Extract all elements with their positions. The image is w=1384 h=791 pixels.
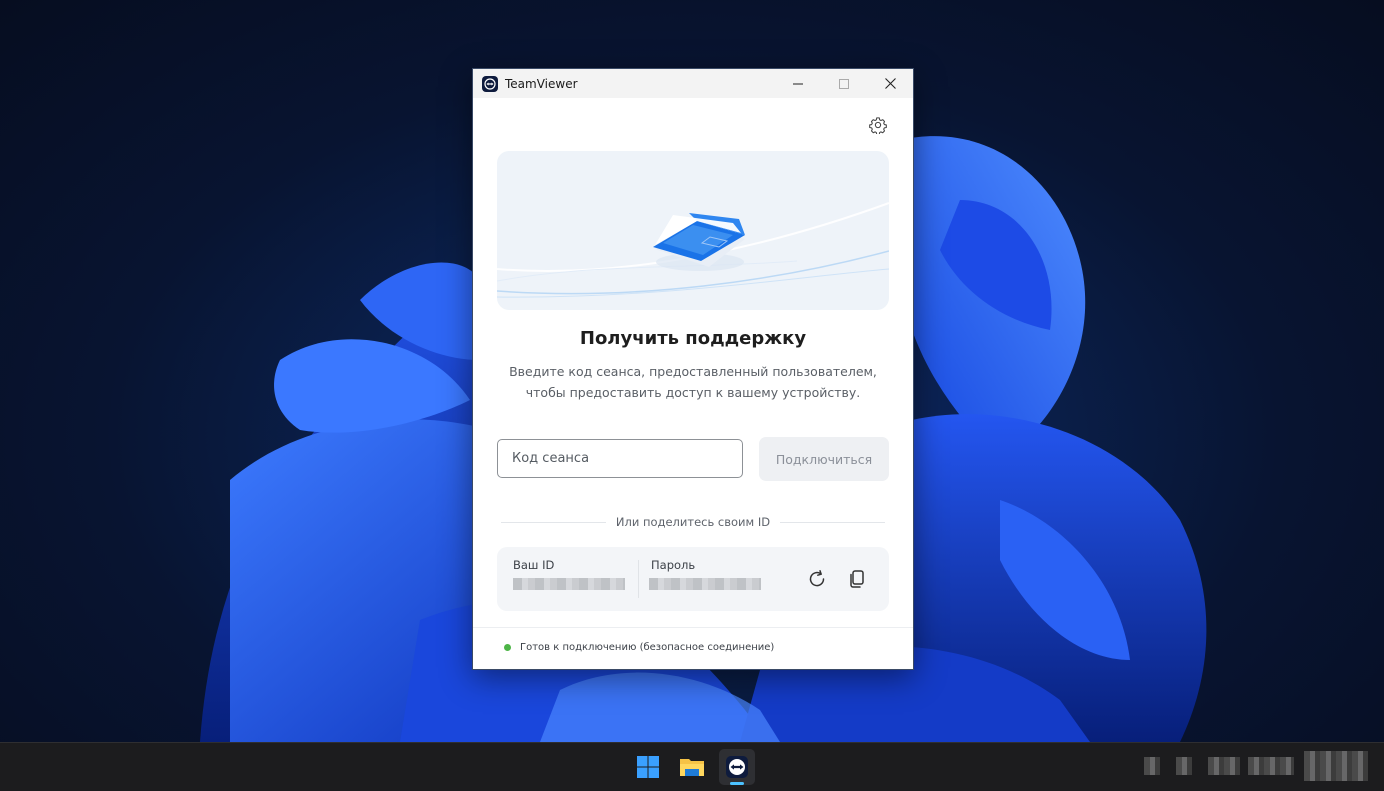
refresh-password-button[interactable] xyxy=(805,567,829,591)
taskbar xyxy=(0,742,1384,791)
connect-button[interactable]: Подключиться xyxy=(759,437,889,481)
teamviewer-icon xyxy=(726,756,748,778)
active-app-indicator xyxy=(730,782,744,785)
minimize-button[interactable] xyxy=(775,69,821,98)
maximize-icon xyxy=(839,78,849,89)
copy-credentials-button[interactable] xyxy=(845,567,869,591)
instructions-text: Введите код сеанса, предоставленный поль… xyxy=(509,364,877,400)
close-icon xyxy=(884,78,896,89)
settings-button[interactable] xyxy=(869,116,887,136)
credentials-card: Ваш ID Пароль xyxy=(497,547,889,611)
tray-icon-redacted[interactable] xyxy=(1176,757,1192,775)
file-explorer-icon xyxy=(680,759,704,776)
start-icon xyxy=(637,756,659,778)
copy-icon xyxy=(850,570,864,588)
file-explorer-button[interactable] xyxy=(674,749,710,785)
hero-illustration xyxy=(497,151,889,310)
column-separator xyxy=(638,560,639,598)
share-divider-label: Или поделитесь своим ID xyxy=(615,515,771,529)
password-label: Пароль xyxy=(651,558,696,572)
title-bar[interactable]: TeamViewer xyxy=(473,69,913,98)
tray-clock-redacted[interactable] xyxy=(1248,757,1294,775)
status-separator xyxy=(473,627,913,628)
minimize-icon xyxy=(793,83,803,84)
start-button[interactable] xyxy=(630,749,666,785)
page-title: Получить поддержку xyxy=(579,328,807,349)
status-dot-icon xyxy=(504,644,511,651)
your-id-label: Ваш ID xyxy=(513,558,555,572)
window-title: TeamViewer xyxy=(505,76,578,91)
taskbar-teamviewer-button[interactable] xyxy=(719,749,755,785)
password-value-redacted[interactable] xyxy=(649,578,761,590)
session-code-input[interactable] xyxy=(497,439,743,478)
tray-icon-redacted[interactable] xyxy=(1144,757,1160,775)
tray-date-redacted[interactable] xyxy=(1304,751,1368,781)
teamviewer-window: TeamViewer Получить поддержку Введите ко… xyxy=(472,68,914,670)
refresh-icon xyxy=(809,570,825,587)
share-divider: Или поделитесь своим ID xyxy=(501,515,885,529)
gear-icon xyxy=(869,117,887,136)
status-text: Готов к подключению (безопасное соединен… xyxy=(520,642,775,653)
connection-status: Готов к подключению (безопасное соединен… xyxy=(504,642,774,653)
close-button[interactable] xyxy=(867,69,913,98)
divider-line xyxy=(501,521,606,523)
maximize-button[interactable] xyxy=(821,69,867,98)
teamviewer-logo-icon xyxy=(482,75,498,92)
tray-icon-redacted[interactable] xyxy=(1208,757,1240,775)
your-id-value-redacted[interactable] xyxy=(513,578,625,590)
divider-line xyxy=(780,521,885,523)
